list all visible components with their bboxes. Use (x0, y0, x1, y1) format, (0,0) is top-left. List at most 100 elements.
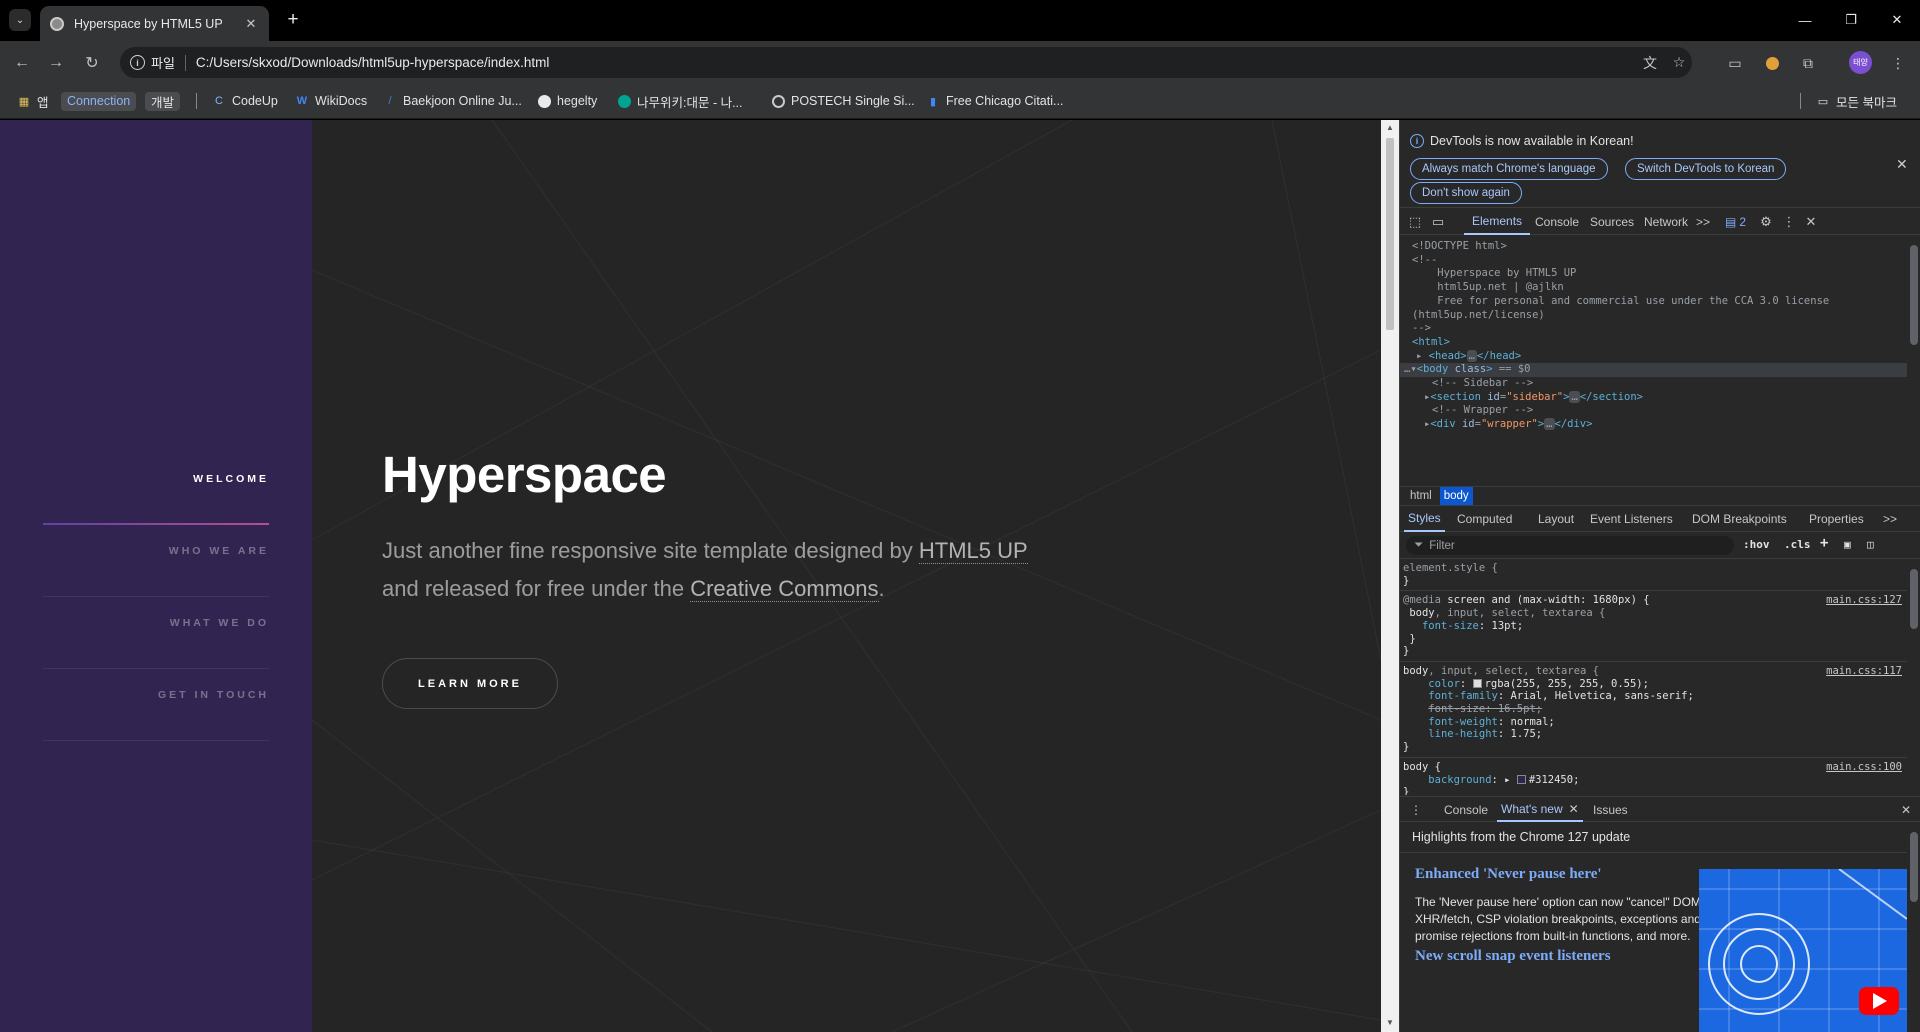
scroll-down-icon[interactable]: ▼ (1385, 1018, 1395, 1027)
rule-source-link[interactable]: main.css:117 (1826, 665, 1902, 678)
device-toolbar-icon[interactable]: ▭ (1429, 213, 1447, 231)
nav-item-who-we-are[interactable]: WHO WE ARE (43, 525, 269, 597)
css-value[interactable]: 13pt; (1492, 620, 1524, 632)
sidebar-toggle-icon[interactable]: ◫ (1867, 538, 1874, 551)
dom-line-section[interactable]: ▸<section id="sidebar">… </section> (1400, 390, 1907, 405)
page-scrollbar[interactable]: ▲ ▼ (1381, 120, 1399, 1032)
nav-item-welcome[interactable]: WELCOME (43, 453, 269, 525)
styles-filter-input[interactable]: ⏷ Filter (1406, 536, 1734, 555)
dom-line[interactable]: <!DOCTYPE html> (1400, 240, 1907, 254)
restore-button[interactable]: ❐ (1836, 8, 1866, 32)
tab-active[interactable]: Hyperspace by HTML5 UP ✕ (40, 6, 269, 41)
extensions-icon[interactable]: ⧉ (1797, 52, 1819, 74)
tab-styles[interactable]: Styles (1404, 506, 1445, 532)
tab-properties[interactable]: Properties (1809, 506, 1864, 532)
whats-new-scrollbar[interactable] (1907, 822, 1920, 1032)
css-value[interactable]: rgba(255, 255, 255, 0.55); (1485, 678, 1649, 690)
tab-search-button[interactable]: ⌄ (9, 9, 31, 31)
close-icon[interactable]: ✕ (1896, 156, 1908, 173)
switch-korean-button[interactable]: Switch DevTools to Korean (1625, 158, 1787, 180)
drawer-tab-whats-new[interactable]: What's new ✕ (1497, 797, 1583, 822)
drawer-tab-issues[interactable]: Issues (1593, 797, 1628, 822)
style-rule-body[interactable]: main.css:100 body { background: ▸ #31245… (1400, 758, 1907, 795)
tab-computed[interactable]: Computed (1457, 506, 1512, 532)
dom-line-div[interactable]: ▸<div id="wrapper">… </div> (1400, 418, 1907, 432)
gear-icon[interactable]: ⚙ (1757, 213, 1775, 231)
feature-heading-link[interactable]: Enhanced 'Never pause here' (1415, 866, 1602, 883)
close-tab-icon[interactable]: ✕ (243, 16, 259, 32)
breadcrumb-body[interactable]: body (1439, 487, 1473, 505)
dom-line[interactable]: <!-- Wrapper --> (1400, 404, 1907, 418)
tab-dom-breakpoints[interactable]: DOM Breakpoints (1692, 506, 1787, 532)
tab-network[interactable]: Network (1636, 208, 1696, 235)
bookmark-postech[interactable]: POSTECH Single Si... (771, 90, 915, 112)
drawer-tab-console[interactable]: Console (1440, 797, 1492, 822)
css-property[interactable]: font-family (1428, 690, 1498, 702)
bookmark-folder-connection[interactable]: Connection (61, 90, 137, 112)
dom-line[interactable]: Free for personal and commercial use und… (1400, 295, 1907, 309)
close-icon[interactable]: ✕ (1569, 802, 1579, 816)
learn-more-button[interactable]: LEARN MORE (382, 658, 558, 709)
forward-button[interactable]: → (43, 50, 69, 76)
url-text[interactable]: C:/Users/skxod/Downloads/html5up-hypersp… (196, 55, 549, 70)
color-swatch[interactable] (1516, 775, 1526, 785)
scrollbar-thumb[interactable] (1910, 832, 1918, 902)
dom-line[interactable]: <!-- (1400, 254, 1907, 268)
tab-console[interactable]: Console (1527, 208, 1587, 235)
scrollbar-thumb[interactable] (1386, 138, 1394, 330)
dom-line[interactable]: html5up.net | @ajlkn (1400, 281, 1907, 295)
style-rule-element[interactable]: element.style { } (1400, 559, 1907, 592)
tab-event-listeners[interactable]: Event Listeners (1590, 506, 1673, 532)
dom-line[interactable]: <!-- Sidebar --> (1400, 377, 1907, 391)
drawer-menu-icon[interactable]: ⋮ (1410, 797, 1422, 822)
css-value[interactable]: Arial, Helvetica, sans-serif; (1511, 690, 1694, 702)
css-property[interactable]: font-size (1422, 620, 1479, 632)
dont-show-button[interactable]: Don't show again (1410, 182, 1522, 204)
dom-line[interactable]: --> (1400, 322, 1907, 336)
dom-line[interactable]: (html5up.net/license) (1400, 309, 1907, 323)
tab-elements[interactable]: Elements (1464, 208, 1531, 235)
cast-icon[interactable]: ▭ (1724, 52, 1746, 74)
match-language-button[interactable]: Always match Chrome's language (1410, 158, 1608, 180)
tab-layout[interactable]: Layout (1538, 506, 1574, 532)
bookmark-apps[interactable]: ▦ 앱 (17, 90, 49, 112)
bookmark-github[interactable]: hegelty (537, 90, 597, 112)
css-property[interactable]: font-weight (1428, 716, 1498, 728)
html5up-link[interactable]: HTML5 UP (918, 538, 1028, 564)
styles-scrollbar[interactable] (1907, 559, 1920, 795)
css-value[interactable]: 1.75; (1511, 728, 1543, 740)
scrollbar-thumb[interactable] (1910, 245, 1918, 345)
css-property[interactable]: line-height (1428, 728, 1498, 740)
paint-icon[interactable]: ▣ (1844, 538, 1851, 551)
site-info-icon[interactable]: i (130, 55, 145, 70)
hov-toggle[interactable]: :hov (1743, 538, 1770, 551)
all-bookmarks-button[interactable]: ▭ 모든 북마크 (1816, 90, 1897, 112)
cookie-extension-icon[interactable] (1761, 52, 1783, 74)
cls-toggle[interactable]: .cls (1784, 538, 1811, 551)
scrollbar-thumb[interactable] (1910, 569, 1918, 629)
add-rule-icon[interactable]: + (1820, 535, 1828, 551)
dom-line-body[interactable]: …▾<body class> == $0 (1400, 363, 1907, 378)
creative-commons-link[interactable]: Creative Commons (690, 576, 879, 602)
minimize-button[interactable]: — (1790, 8, 1820, 32)
style-rule-body-inputs[interactable]: main.css:117 body, input, select, textar… (1400, 662, 1907, 758)
reload-button[interactable]: ↻ (79, 50, 105, 76)
bookmark-baekjoon[interactable]: / Baekjoon Online Ju... (383, 90, 521, 112)
bookmark-folder-dev[interactable]: 개발 (145, 90, 181, 112)
bookmark-chicago[interactable]: ▮ Free Chicago Citati... (926, 90, 1063, 112)
breadcrumb-html[interactable]: html (1406, 487, 1436, 505)
rule-source-link[interactable]: main.css:127 (1826, 594, 1902, 607)
new-tab-button[interactable]: + (282, 9, 304, 31)
styles-pane[interactable]: element.style { } main.css:127 @media sc… (1400, 559, 1907, 795)
color-swatch[interactable] (1472, 679, 1482, 689)
close-drawer-icon[interactable]: ✕ (1901, 797, 1911, 822)
ellipsis-icon[interactable]: … (1544, 418, 1555, 431)
more-tabs-button[interactable]: >> (1696, 208, 1710, 235)
star-icon[interactable]: ☆ (1666, 47, 1692, 78)
address-bar[interactable]: i 파일 C:/Users/skxod/Downloads/html5up-hy… (120, 47, 1692, 78)
expand-arrow-icon[interactable]: ▸ (1504, 774, 1510, 786)
dom-tree[interactable]: <!DOCTYPE html> <!-- Hyperspace by HTML5… (1400, 235, 1907, 485)
bookmark-namuwiki[interactable]: 나무위키:대문 - 나... (617, 90, 743, 112)
video-thumbnail[interactable] (1699, 869, 1907, 1032)
dom-line-head[interactable]: ▸ <head>… </head> (1400, 349, 1907, 364)
